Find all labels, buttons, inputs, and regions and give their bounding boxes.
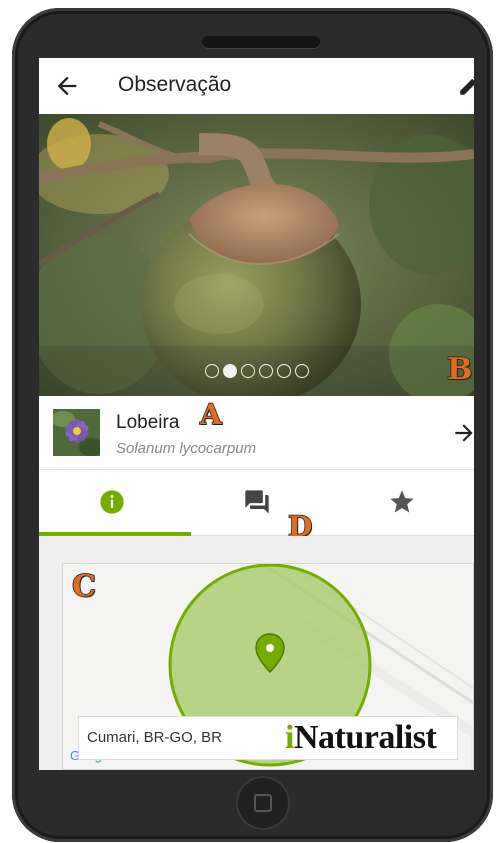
carousel-dot[interactable]	[205, 364, 219, 378]
carousel-dot[interactable]	[259, 364, 273, 378]
taxon-thumbnail	[53, 409, 100, 456]
tab-favorites[interactable]	[329, 470, 474, 536]
fruit-photo-image	[39, 114, 474, 396]
app-bar: Observação	[39, 58, 474, 114]
marker-a: A	[199, 397, 222, 432]
marker-b: B	[446, 351, 473, 388]
info-icon	[100, 490, 124, 514]
location-card[interactable]: Cumari, BR-GO, BR iNaturalist	[78, 716, 458, 760]
star-icon	[390, 490, 414, 513]
flower-thumbnail-image	[53, 409, 100, 456]
home-button[interactable]	[238, 778, 288, 828]
taxon-scientific-name: Solanum lycocarpum	[116, 440, 257, 457]
observation-tabs: D	[39, 470, 474, 544]
carousel-dot[interactable]	[277, 364, 291, 378]
carousel-dot[interactable]	[241, 364, 255, 378]
home-square-icon	[254, 794, 272, 812]
taxon-row[interactable]: Lobeira Solanum lycocarpum A	[39, 396, 474, 470]
page-title: Observação	[118, 73, 232, 96]
pencil-icon[interactable]	[457, 72, 474, 98]
tab-info[interactable]	[39, 470, 184, 536]
marker-c: C	[71, 568, 96, 605]
carousel-dot[interactable]	[295, 364, 309, 378]
inaturalist-logo: iNaturalist	[285, 719, 437, 756]
observation-photo[interactable]: B	[39, 114, 474, 396]
details-area: Google C Cumari, BR-GO, BR iNaturalist	[39, 536, 474, 770]
arrow-right-icon[interactable]	[451, 420, 474, 446]
chat-icon	[245, 490, 269, 514]
app-screen: Observação B Lobeira Solanum lycocarpum …	[39, 58, 474, 770]
phone-speaker	[202, 36, 320, 48]
taxon-common-name: Lobeira	[116, 412, 180, 433]
carousel-indicator	[205, 364, 309, 378]
location-label: Cumari, BR-GO, BR	[87, 729, 223, 746]
arrow-left-icon[interactable]	[53, 72, 81, 100]
carousel-dot-active[interactable]	[223, 364, 237, 378]
